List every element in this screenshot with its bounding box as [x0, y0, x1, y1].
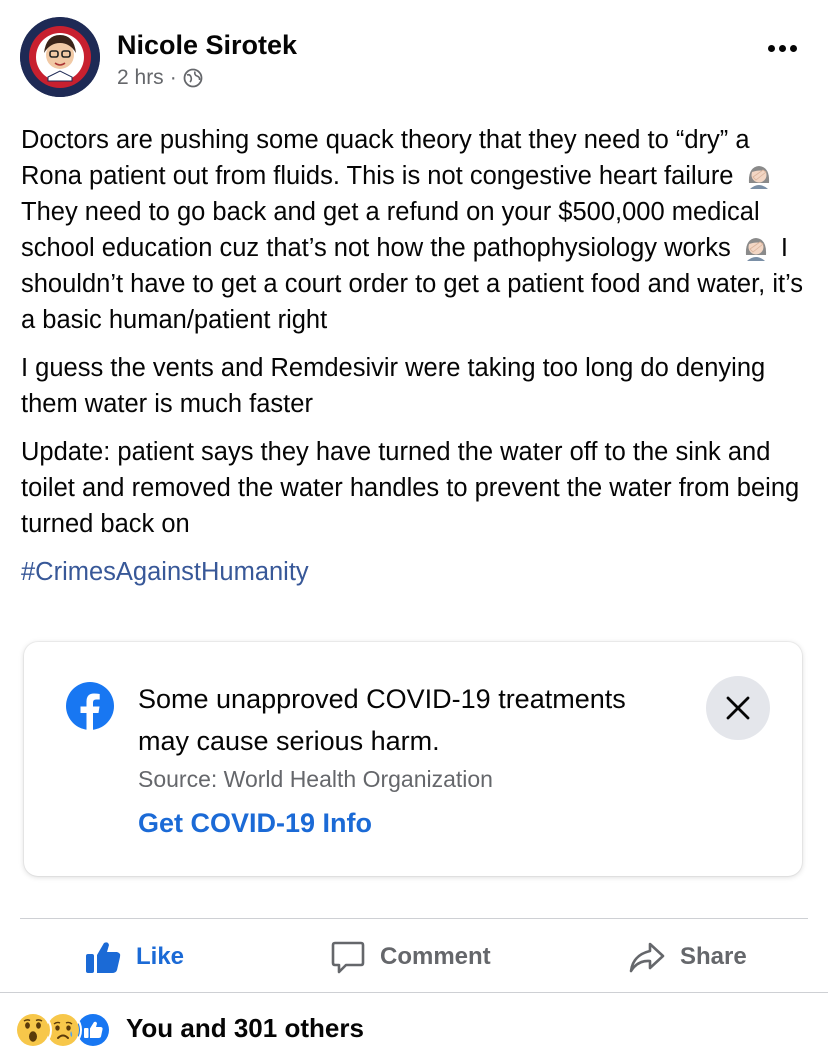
- comment-button[interactable]: Comment: [330, 935, 491, 979]
- info-card-message: Some unapproved COVID-19 treatments may …: [138, 684, 626, 756]
- facebook-icon: [66, 682, 114, 730]
- divider: [20, 918, 808, 919]
- post-text-segment: They need to go back and get a refund on…: [21, 198, 760, 262]
- woman-facepalming-icon: [745, 238, 766, 261]
- wow-icon: [14, 1011, 52, 1049]
- meta-separator: ·: [169, 66, 177, 89]
- woman-facepalming-icon: [748, 166, 769, 189]
- share-button[interactable]: Share: [628, 935, 747, 979]
- globe-icon: [183, 68, 203, 88]
- close-icon: [726, 696, 750, 720]
- share-icon: [629, 942, 665, 973]
- post-paragraph-2: I guess the vents and Remdesivir were ta…: [21, 354, 766, 418]
- reactions-icons[interactable]: [14, 1010, 112, 1050]
- post-paragraph-1: Doctors are pushing some quack theory th…: [21, 122, 811, 338]
- close-info-card-button[interactable]: [706, 676, 770, 740]
- post-text: Doctors are pushing some quack theory th…: [21, 122, 811, 602]
- more-options-icon[interactable]: [764, 40, 800, 56]
- post-text-segment: Doctors are pushing some quack theory th…: [21, 126, 750, 190]
- post-paragraph-3: Update: patient says they have turned th…: [21, 438, 800, 538]
- comment-icon: [331, 941, 365, 974]
- like-button[interactable]: Like: [84, 935, 184, 979]
- avatar[interactable]: [20, 17, 100, 97]
- post-header: Nicole Sirotek 2 hrs ·: [0, 0, 828, 110]
- thumbs-up-icon: [86, 942, 121, 973]
- divider: [0, 992, 828, 993]
- author-name[interactable]: Nicole Sirotek: [117, 30, 297, 61]
- comment-label: Comment: [380, 943, 491, 970]
- get-covid-info-link[interactable]: Get COVID-19 Info: [138, 808, 372, 839]
- info-card-source: Source: World Health Organization: [138, 766, 493, 792]
- like-label: Like: [136, 943, 185, 970]
- post-meta: 2 hrs ·: [117, 66, 203, 90]
- avatar-image: [20, 17, 100, 97]
- reactions-summary[interactable]: You and 301 others: [126, 1013, 364, 1044]
- covid-info-card: Some unapproved COVID-19 treatments may …: [24, 642, 802, 876]
- post-actions-bar: Like Comment Share: [0, 925, 828, 987]
- hashtag-link[interactable]: #CrimesAgainstHumanity: [21, 554, 811, 590]
- post-time[interactable]: 2 hrs: [117, 66, 164, 90]
- share-label: Share: [680, 943, 747, 970]
